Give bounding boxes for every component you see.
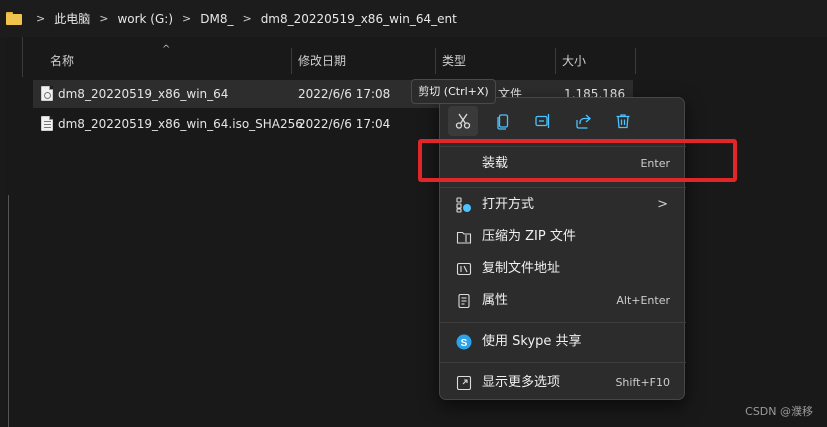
copy-button[interactable] (488, 106, 518, 136)
pane-divider (22, 37, 23, 77)
share-icon (576, 114, 591, 129)
menu-item-compress-zip[interactable]: 压缩为 ZIP 文件 (444, 221, 682, 253)
cut-button[interactable] (448, 106, 478, 136)
text-file-icon (41, 116, 53, 131)
chevron-right-icon: > (657, 197, 668, 212)
menu-item-copy-path[interactable]: 复制文件地址 (444, 253, 682, 285)
menu-item-label: 打开方式 (482, 197, 535, 212)
watermark: CSDN @濮移 (745, 405, 813, 418)
breadcrumb-this-pc[interactable]: 此电脑 (54, 10, 90, 27)
menu-item-label: 显示更多选项 (482, 375, 561, 390)
show-more-options-icon (456, 375, 472, 391)
cut-icon (455, 113, 471, 129)
column-header-name[interactable]: 名称 (44, 48, 292, 74)
file-name: dm8_20220519_x86_win_64.iso_SHA256 (58, 117, 303, 131)
column-header-type[interactable]: 类型 (436, 48, 556, 74)
file-date: 2022/6/6 17:08 (298, 87, 391, 101)
breadcrumb-work-drive[interactable]: work (G:) (117, 12, 173, 26)
file-date: 2022/6/6 17:04 (298, 117, 391, 131)
delete-button[interactable] (608, 106, 638, 136)
open-with-icon (456, 197, 471, 213)
disc-image-file-icon (41, 86, 53, 101)
menu-divider (440, 187, 686, 188)
quick-action-bar (448, 106, 648, 136)
chevron-right-icon[interactable]: > (182, 12, 191, 25)
chevron-right-icon[interactable]: > (36, 12, 45, 25)
rename-icon (535, 114, 550, 128)
menu-item-label: 属性 (482, 293, 509, 308)
copy-path-icon (456, 262, 472, 276)
navigation-pane-edge (0, 37, 6, 427)
delete-icon (616, 114, 630, 129)
menu-item-open-with[interactable]: 打开方式 > (444, 189, 682, 221)
copy-icon (497, 114, 509, 130)
file-name: dm8_20220519_x86_win_64 (58, 87, 229, 101)
menu-item-share-skype[interactable]: S 使用 Skype 共享 (444, 326, 682, 358)
chevron-right-icon[interactable]: > (242, 12, 251, 25)
column-header-date[interactable]: 修改日期 (292, 48, 436, 74)
menu-item-properties[interactable]: 属性 Alt+Enter (444, 285, 682, 317)
cut-tooltip: 剪切 (Ctrl+X) (411, 79, 496, 104)
menu-item-shortcut: Alt+Enter (616, 294, 670, 307)
breadcrumb-current-folder[interactable]: dm8_20220519_x86_win_64_ent (261, 12, 457, 26)
column-header-size[interactable]: 大小 (556, 48, 636, 74)
breadcrumb-dm8-folder[interactable]: DM8_ (200, 12, 233, 26)
menu-divider (440, 322, 686, 323)
menu-divider (440, 362, 686, 363)
breadcrumb-bar: > 此电脑 > work (G:) > DM8_ > dm8_20220519_… (0, 0, 827, 37)
chevron-right-icon[interactable]: > (99, 12, 108, 25)
rename-button[interactable] (528, 106, 558, 136)
menu-item-show-more-options[interactable]: 显示更多选项 Shift+F10 (444, 367, 682, 399)
skype-icon: S (456, 334, 472, 350)
highlight-annotation (418, 139, 737, 182)
scrollbar[interactable] (8, 195, 9, 427)
svg-text:S: S (461, 338, 468, 349)
menu-item-label: 压缩为 ZIP 文件 (482, 229, 576, 244)
menu-item-label: 使用 Skype 共享 (482, 334, 582, 349)
share-button[interactable] (568, 106, 598, 136)
menu-item-shortcut: Shift+F10 (615, 376, 670, 389)
folder-icon[interactable] (6, 12, 22, 25)
properties-icon (458, 293, 470, 309)
menu-item-label: 复制文件地址 (482, 261, 561, 276)
zip-folder-icon (456, 231, 472, 244)
